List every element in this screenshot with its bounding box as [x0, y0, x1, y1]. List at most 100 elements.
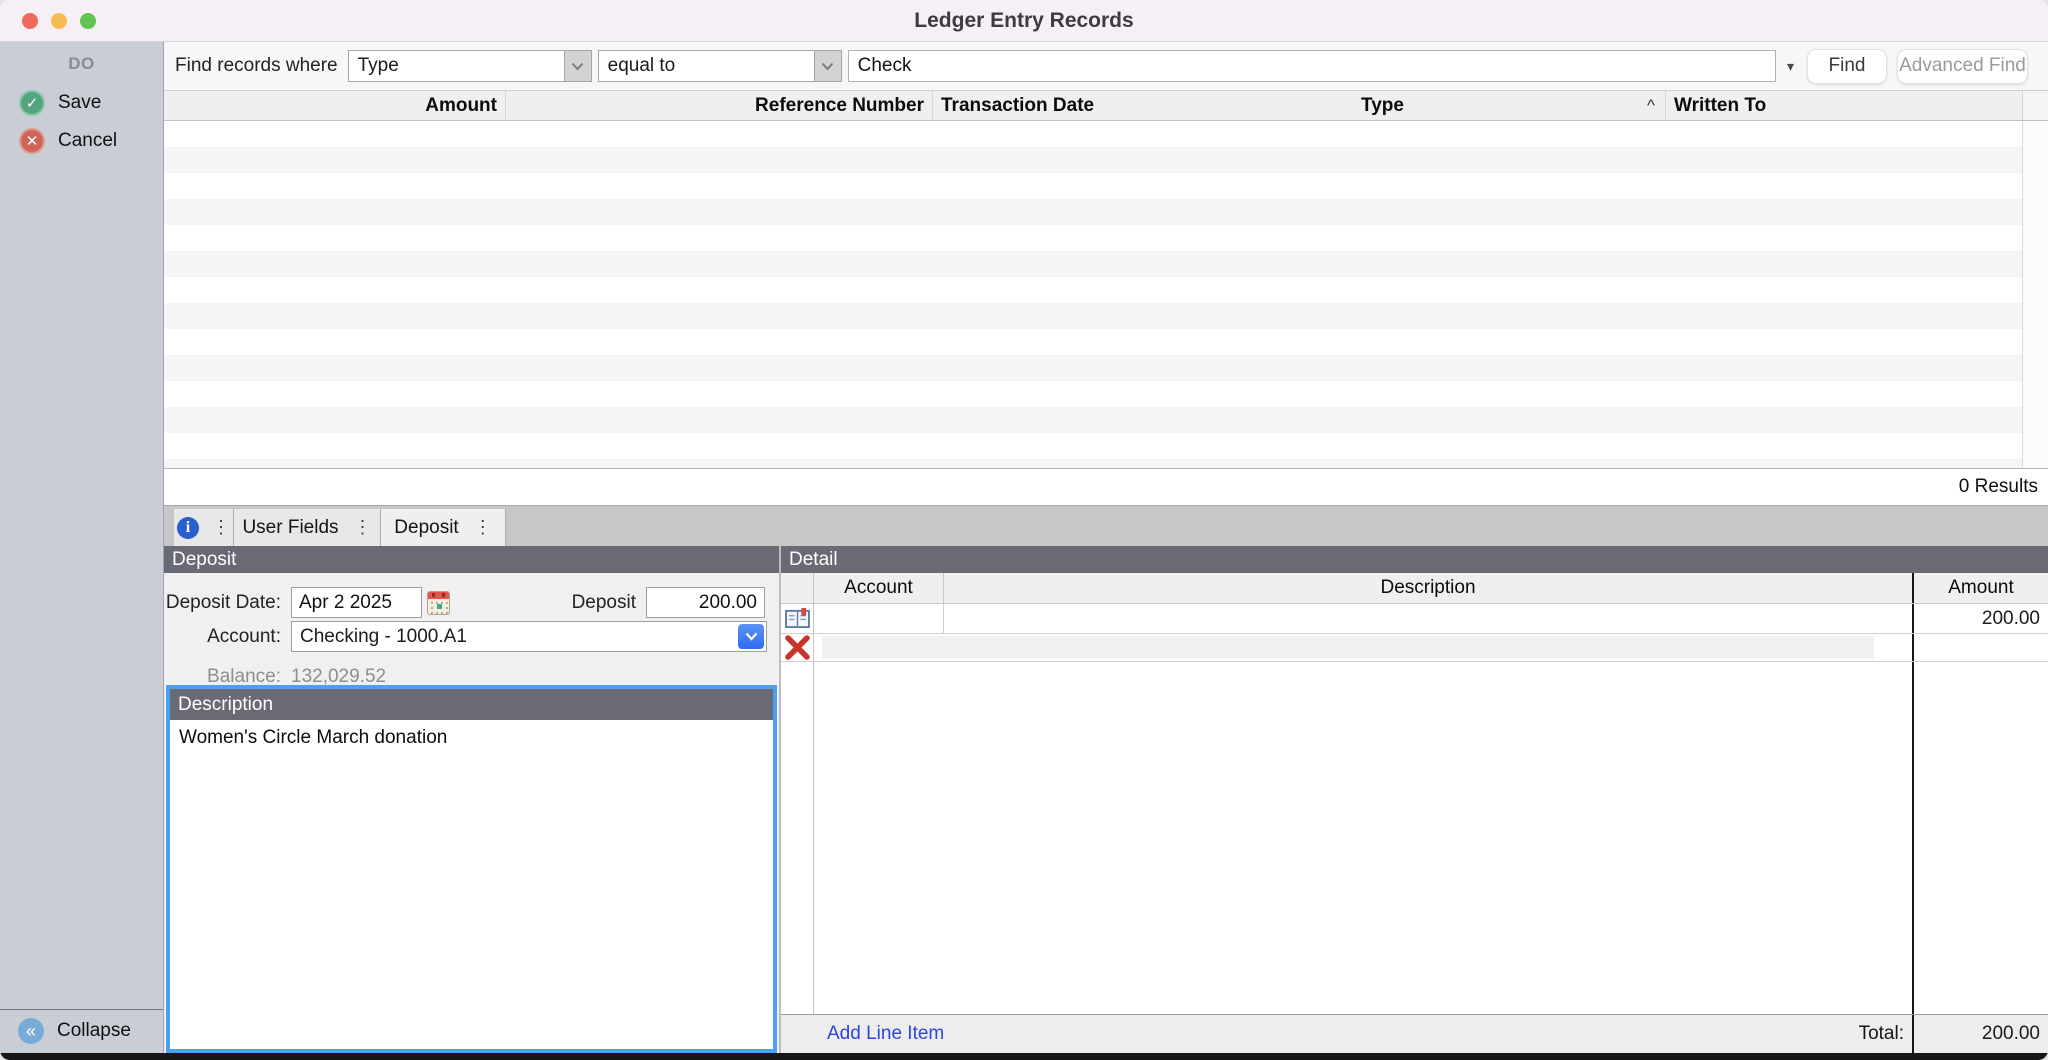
empty-row-body[interactable]: [814, 634, 1912, 661]
kebab-menu-icon[interactable]: ⋮: [212, 517, 230, 538]
kebab-menu-icon[interactable]: ⋮: [474, 517, 492, 538]
title-bar: Ledger Entry Records: [0, 0, 2048, 42]
column-header-amount[interactable]: Amount: [164, 91, 506, 120]
minimize-window-button[interactable]: [51, 13, 67, 29]
account-dropdown[interactable]: Checking - 1000.A1: [291, 621, 767, 652]
main-area: Find records where Type equal to ▾ Find …: [164, 42, 2048, 1053]
detail-row-gutter[interactable]: [781, 634, 814, 661]
detail-panel-title: Detail: [789, 548, 838, 570]
deposit-panel-header: Deposit: [164, 546, 779, 573]
deposit-date-label: Deposit Date:: [165, 592, 281, 613]
collapse-sidebar-button[interactable]: « Collapse: [0, 1009, 163, 1053]
column-header-reference-number[interactable]: Reference Number: [506, 91, 933, 120]
advanced-find-button-label: Advanced Find: [1899, 55, 2026, 76]
detail-gutter-header: [781, 573, 814, 603]
tab-info[interactable]: i ⋮: [174, 509, 234, 546]
detail-table: Account Description Amount 200.00 Add Li…: [781, 573, 2048, 1053]
window-controls: [22, 13, 96, 29]
collapse-chevrons-icon: «: [18, 1018, 44, 1044]
delete-line-item-icon[interactable]: [784, 635, 811, 660]
chevron-down-icon[interactable]: [813, 51, 841, 81]
cancel-label: Cancel: [58, 130, 118, 151]
account-dropdown-value: Checking - 1000.A1: [300, 625, 467, 647]
total-label: Total:: [1858, 1023, 1904, 1044]
results-count: 0 Results: [1958, 476, 2038, 497]
collapse-label: Collapse: [57, 1020, 131, 1041]
detail-panel: Detail Account Description Amount 200.00…: [781, 546, 2048, 1053]
deposit-panel: Deposit Deposit Date: Deposit Amount: Ac…: [164, 546, 781, 1053]
line-item-account-cell[interactable]: [814, 604, 944, 633]
description-list-focused[interactable]: Description Women's Circle March donatio…: [166, 685, 777, 1053]
tab-user-fields[interactable]: User Fields ⋮: [234, 509, 381, 546]
deposit-date-input[interactable]: [291, 587, 422, 618]
sidebar-heading: DO: [68, 54, 95, 73]
description-list-header: Description: [170, 689, 773, 720]
query-options-caret-icon[interactable]: ▾: [1787, 58, 1794, 75]
panels: Deposit Deposit Date: Deposit Amount: Ac…: [164, 546, 2048, 1053]
zoom-window-button[interactable]: [80, 13, 96, 29]
info-icon: i: [177, 516, 199, 539]
save-check-icon: ✓: [19, 90, 45, 116]
detail-column-account: Account: [814, 573, 944, 603]
advanced-find-button[interactable]: Advanced Find: [1897, 48, 2028, 84]
results-table-header: Amount Reference Number Transaction Date…: [164, 90, 2048, 121]
account-label: Account:: [207, 626, 281, 647]
results-table-body[interactable]: [164, 121, 2022, 469]
detail-table-header: Account Description Amount: [781, 573, 2048, 604]
tab-deposit-label: Deposit: [394, 516, 459, 538]
find-bar: Find records where Type equal to ▾ Find …: [164, 42, 2048, 90]
description-header-label: Description: [178, 693, 274, 715]
line-item-amount-cell[interactable]: 200.00: [1912, 604, 2048, 633]
detail-gutter-fill: [781, 662, 814, 1014]
window-title: Ledger Entry Records: [914, 9, 1134, 32]
balance-label: Balance:: [207, 666, 281, 687]
save-label: Save: [58, 92, 102, 113]
detail-line-item-row[interactable]: 200.00: [781, 604, 2048, 634]
detail-row-gutter[interactable]: [781, 604, 814, 633]
detail-column-description: Description: [1380, 577, 1476, 598]
tab-deposit[interactable]: Deposit ⋮: [381, 509, 506, 546]
column-header-written-to[interactable]: Written To: [1666, 91, 2022, 120]
window-bottom-edge: [0, 1053, 2048, 1060]
line-item-description-cell[interactable]: [944, 604, 1912, 633]
calendar-icon[interactable]: [427, 591, 450, 615]
ledger-entry-records-window: Ledger Entry Records DO ✓ Save ✕ Cancel …: [0, 0, 2048, 1060]
ledger-book-icon[interactable]: [784, 608, 810, 629]
description-list-item[interactable]: Women's Circle March donation: [179, 727, 447, 748]
find-records-where-label: Find records where: [175, 55, 338, 76]
search-query-input[interactable]: [847, 50, 1776, 82]
tab-user-fields-label: User Fields: [242, 516, 339, 538]
balance-value: 132,029.52: [291, 666, 387, 687]
cancel-button[interactable]: ✕ Cancel: [0, 122, 163, 160]
sidebar: DO ✓ Save ✕ Cancel « Collapse: [0, 42, 164, 1053]
close-window-button[interactable]: [22, 13, 38, 29]
save-button[interactable]: ✓ Save: [0, 84, 163, 122]
find-button-label: Find: [1828, 55, 1866, 76]
kebab-menu-icon[interactable]: ⋮: [354, 517, 372, 538]
sort-ascending-icon[interactable]: ^: [1647, 96, 1665, 116]
detail-column-amount: Amount: [1912, 573, 2048, 603]
empty-row-amount-cell[interactable]: [1912, 634, 2048, 661]
results-count-strip: 0 Results: [164, 469, 2048, 505]
column-header-transaction-date[interactable]: Transaction Date: [933, 91, 1353, 120]
detail-amount-fill: [1912, 662, 2048, 1014]
detail-footer: Add Line Item Total: 200.00: [781, 1014, 2048, 1053]
empty-field-bar: [822, 636, 1874, 659]
deposit-amount-input[interactable]: [646, 587, 765, 618]
detail-panel-header: Detail: [781, 546, 2048, 573]
description-list-body[interactable]: Women's Circle March donation: [170, 720, 773, 1049]
field-selector-dropdown[interactable]: Type: [347, 50, 592, 82]
add-line-item-link[interactable]: Add Line Item: [827, 1023, 944, 1045]
scrollbar-header-corner: [2022, 91, 2048, 120]
column-header-type[interactable]: Type ^: [1353, 91, 1666, 120]
chevron-down-icon[interactable]: [563, 51, 591, 81]
detail-table-empty-space: [781, 662, 2048, 1014]
results-table-scrollbar[interactable]: [2022, 121, 2048, 469]
find-button[interactable]: Find: [1807, 48, 1887, 84]
detail-empty-row[interactable]: [781, 634, 2048, 662]
total-value: 200.00: [1912, 1015, 2048, 1053]
chevron-down-icon[interactable]: [738, 624, 764, 649]
operator-selector-dropdown[interactable]: equal to: [597, 50, 842, 82]
tab-strip: i ⋮ User Fields ⋮ Deposit ⋮: [164, 505, 2048, 546]
detail-footer-middle: Add Line Item Total:: [814, 1023, 1912, 1045]
